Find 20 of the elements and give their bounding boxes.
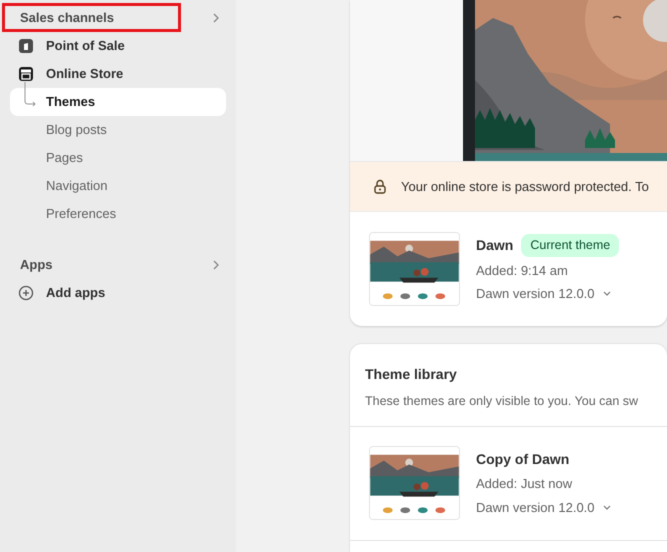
nav-item[interactable]: Blog posts: [10, 116, 226, 144]
nav-item[interactable]: Pages: [10, 144, 226, 172]
theme-name: Dawn: [476, 236, 514, 255]
theme-name: Copy of Dawn: [476, 450, 570, 470]
card-title: Theme library: [365, 365, 458, 384]
nav-item[interactable]: Preferences: [10, 200, 226, 228]
status-badge: Current theme: [521, 234, 620, 257]
banner-text: Your online store is password protected. To: [401, 178, 649, 196]
card-description: These themes are only visible to you. You can sw: [365, 393, 640, 410]
section-title: Apps: [19, 256, 54, 274]
nav-item[interactable]: Online Store: [10, 60, 226, 88]
nav-item[interactable]: Themes: [10, 88, 226, 116]
version-dropdown[interactable]: Dawn version 12.0.0: [476, 498, 611, 518]
version-dropdown[interactable]: Dawn version 12.0.0: [476, 284, 620, 304]
added-time: Added: 9:14 am: [476, 262, 569, 280]
nav-item[interactable]: Point of Sale: [10, 32, 226, 60]
section-title: Sales channels: [2, 3, 181, 32]
nav-item[interactable]: Navigation: [10, 172, 226, 200]
added-time: Added: Just now: [476, 475, 574, 494]
nav-item[interactable]: Add apps: [10, 279, 226, 307]
